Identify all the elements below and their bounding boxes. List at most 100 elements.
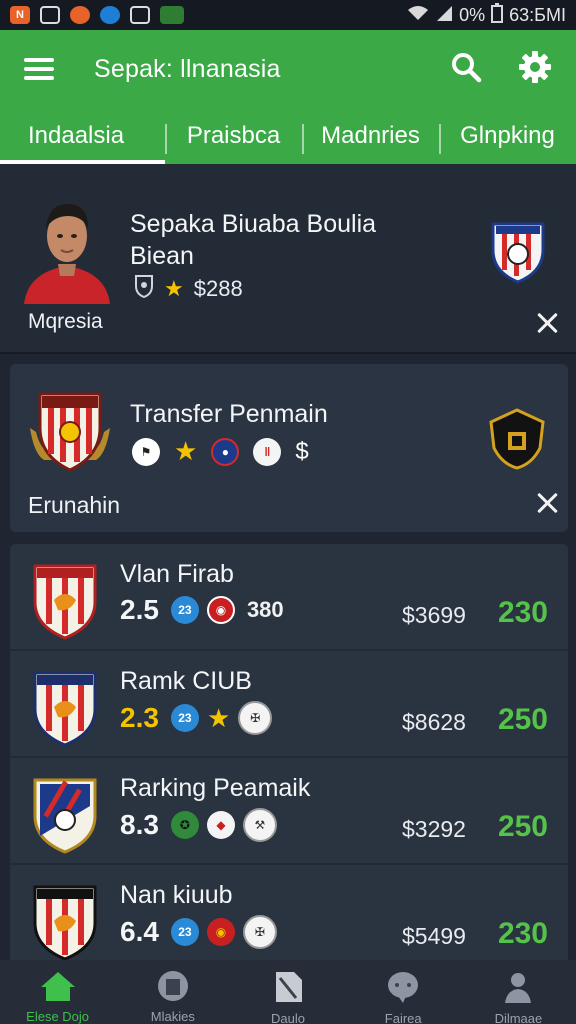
white-crest-icon: ⚒: [242, 808, 277, 842]
nav-home[interactable]: Elese Dojo: [0, 960, 115, 1024]
club-points: 230: [497, 917, 548, 950]
close-transfer-button[interactable]: [534, 490, 560, 516]
white-crest-icon: ✠: [238, 701, 273, 735]
menu-icon[interactable]: [24, 58, 54, 80]
club-stats: 8.3 ✪ ◆ ⚒: [120, 808, 277, 842]
nav-label: Mlakies: [150, 1009, 195, 1024]
blue-badge-icon: 23: [170, 596, 199, 624]
tab-madnries[interactable]: Madnries: [302, 108, 439, 164]
person-icon: [501, 970, 535, 1007]
club-name: Nan kiuub: [120, 881, 233, 909]
shield-chip-icon: ⚑: [132, 437, 160, 466]
bottom-nav: Elese Dojo Mlakies Daulo Fairea Dilmaae: [0, 960, 576, 1024]
document-icon: [272, 970, 304, 1007]
news-caption: Mqresia: [28, 310, 103, 333]
club-price: $3699: [402, 602, 466, 628]
club-price: $8628: [402, 709, 466, 735]
star-icon: ★: [206, 702, 231, 733]
tab-bar: Indaalsia Praisbca Madnries Glnpking: [0, 108, 576, 164]
red-crest-icon: ◆: [206, 811, 235, 839]
star-icon: ★: [164, 276, 184, 301]
nav-daulo[interactable]: Daulo: [230, 960, 345, 1024]
club-badge-icon: [32, 562, 98, 640]
list-item[interactable]: Nan kiuub 6.4 23 ◉ ✠ $5499 230: [10, 865, 568, 964]
striped-chip-icon: ‖: [253, 437, 282, 466]
nav-label: Daulo: [271, 1011, 305, 1024]
club-extra: 380: [246, 597, 284, 622]
star-icon: ★: [174, 436, 198, 466]
gear-icon[interactable]: [518, 50, 552, 89]
club-rating: 2.5: [120, 594, 159, 625]
orange-notification-icon: [70, 6, 90, 24]
tab-praisbca[interactable]: Praisbca: [165, 108, 302, 164]
flag-notification-icon: [160, 6, 184, 24]
club-stats: 2.5 23 ◉ 380: [120, 594, 284, 626]
club-rating: 2.3: [120, 702, 159, 733]
home-icon: [39, 970, 77, 1005]
club-rating: 8.3: [120, 809, 159, 840]
club-badge-icon: [490, 220, 546, 289]
red-crest-icon: ◉: [206, 596, 235, 624]
blue-notification-icon: [100, 6, 120, 24]
club-stats: 6.4 23 ◉ ✠: [120, 915, 277, 949]
club-name: Ramk CIUB: [120, 667, 252, 695]
news-card[interactable]: Sepaka Biuaba Boulia Biean ★ $288 Mqresi…: [0, 164, 576, 354]
player-avatar: [22, 194, 112, 304]
chat-icon: [386, 970, 420, 1007]
nav-mlakies[interactable]: Mlakies: [115, 960, 230, 1024]
club-points: 250: [497, 810, 548, 843]
clock: 63:БMI: [509, 4, 566, 25]
club-points: 230: [497, 596, 548, 629]
battery-icon: [491, 2, 504, 28]
transfer-icons: ⚑ ★ ● ‖ $: [132, 436, 309, 467]
club-badge-icon: [32, 776, 98, 854]
shield-notification-icon: [40, 6, 60, 24]
nav-label: Elese Dojo: [26, 1009, 90, 1024]
nav-dilmaae[interactable]: Dilmaae: [461, 960, 576, 1024]
green-badge-icon: ✪: [170, 811, 199, 839]
transfer-title: Transfer Penmain: [130, 400, 328, 428]
nav-label: Dilmaae: [494, 1011, 543, 1024]
nav-fairea[interactable]: Fairea: [346, 960, 461, 1024]
close-news-button[interactable]: [534, 310, 560, 336]
blue-badge-icon: 23: [170, 704, 199, 732]
club-badge-icon: [32, 669, 98, 747]
wifi-icon: [407, 4, 429, 27]
list-item[interactable]: Ramk CIUB 2.3 23 ★ ✠ $8628 250: [10, 651, 568, 758]
battery-text: 0%: [459, 4, 486, 25]
robot-icon: [155, 970, 191, 1005]
list-item[interactable]: Rarking Peamaik 8.3 ✪ ◆ ⚒ $3292 250: [10, 758, 568, 865]
status-bar: N 0% 63:БMI: [0, 0, 576, 30]
message-notification-icon: [130, 6, 150, 24]
app-notification-icon: N: [10, 6, 30, 24]
club-name: Vlan Firab: [120, 560, 234, 588]
club-list: Vlan Firab 2.5 23 ◉ 380 $3699 230 Ramk C…: [10, 544, 568, 964]
list-item[interactable]: Vlan Firab 2.5 23 ◉ 380 $3699 230: [10, 544, 568, 651]
crest-chip-icon: ●: [211, 437, 240, 466]
news-price: $288: [193, 276, 243, 301]
black-gold-badge-icon: [488, 408, 546, 475]
club-points: 250: [497, 703, 548, 736]
tab-glnpking[interactable]: Glnpking: [439, 108, 576, 164]
club-stats: 2.3 23 ★ ✠: [120, 701, 273, 735]
app-bar: Sepak: llnanasia Indaalsia Praisbca Madn…: [0, 30, 576, 164]
signal-icon: [435, 4, 453, 27]
white-crest-icon: ✠: [242, 915, 277, 949]
search-icon[interactable]: [450, 51, 482, 88]
nav-label: Fairea: [384, 1011, 422, 1024]
club-price: $5499: [402, 923, 466, 949]
tab-indaalsia[interactable]: Indaalsia: [0, 108, 165, 164]
red-crest-icon: ◉: [206, 918, 235, 946]
currency-icon: $: [295, 437, 309, 465]
club-name: Rarking Peamaik: [120, 774, 311, 802]
blue-badge-icon: 23: [170, 918, 199, 946]
app-title: Sepak: llnanasia: [94, 54, 281, 83]
transfer-caption: Erunahin: [28, 492, 121, 518]
club-price: $3292: [402, 816, 466, 842]
transfer-card[interactable]: Transfer Penmain ⚑ ★ ● ‖ $ Erunahin: [10, 364, 568, 532]
club-badge-icon: [32, 883, 98, 961]
club-rating: 6.4: [120, 916, 159, 947]
news-title: Sepaka Biuaba Boulia Biean: [130, 210, 377, 270]
news-meta: ★ $288: [134, 274, 243, 304]
transfer-club-badge-icon: [28, 388, 112, 474]
